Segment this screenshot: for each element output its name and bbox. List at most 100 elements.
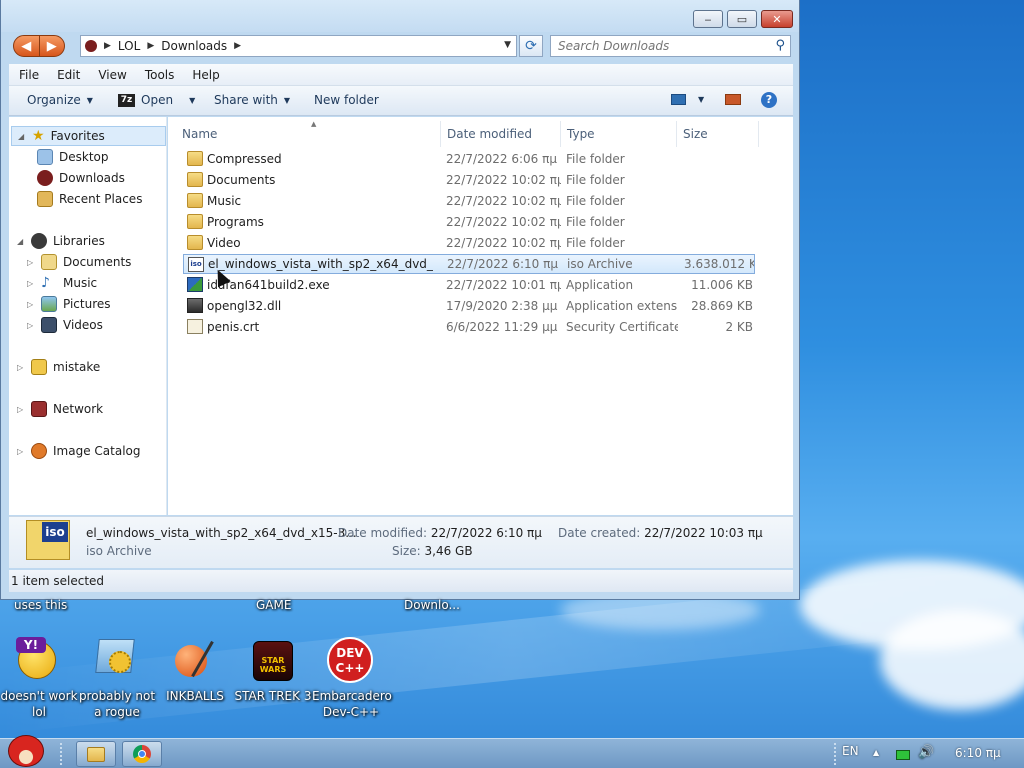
column-header-date[interactable]: Date modified	[441, 121, 561, 147]
battery-icon[interactable]	[896, 749, 910, 763]
organize-button[interactable]: Organize ▼	[27, 93, 93, 107]
title-bar[interactable]: ‒ ▭ ✕	[1, 0, 799, 32]
desktop-icon-label[interactable]: Downlo...	[404, 598, 460, 612]
tree-item-network[interactable]: ▷ Network	[17, 401, 103, 417]
start-button[interactable]	[4, 731, 48, 768]
chrome-icon	[133, 745, 151, 763]
show-hidden-icons-button[interactable]: ▲	[873, 748, 879, 757]
collapse-arrow-icon[interactable]: ▷	[27, 300, 35, 309]
new-folder-button[interactable]: New folder	[314, 93, 379, 107]
help-icon: ?	[761, 92, 777, 108]
refresh-icon: ⟳	[525, 38, 537, 54]
tree-item-music[interactable]: ▷ ♪ Music	[27, 275, 97, 291]
taskbar-explorer-button[interactable]	[76, 741, 116, 767]
certificate-file-icon	[187, 319, 203, 334]
desktop-icon-label[interactable]: uses this	[14, 598, 67, 612]
breadcrumb-item[interactable]: Downloads	[161, 39, 227, 53]
tree-item-recent-places[interactable]: Recent Places	[37, 191, 142, 207]
close-button[interactable]: ✕	[761, 10, 793, 28]
tree-libraries[interactable]: ◢ Libraries	[17, 233, 105, 249]
collapse-arrow-icon[interactable]: ▷	[17, 447, 25, 456]
search-icon[interactable]: ⚲	[775, 38, 785, 53]
user-folder-icon	[31, 359, 47, 375]
status-bar: 1 item selected	[9, 570, 793, 592]
address-bar[interactable]: ▶ LOL ▶ Downloads ▶ ▼	[80, 35, 517, 57]
share-with-button[interactable]: Share with ▼	[214, 93, 290, 107]
tray-grip	[834, 743, 840, 765]
column-header-name[interactable]: Name ▲	[176, 120, 441, 147]
inkball-icon	[171, 637, 219, 683]
collapse-arrow-icon[interactable]: ▷	[27, 279, 35, 288]
forward-button[interactable]: ▶	[38, 36, 65, 56]
expand-arrow-icon[interactable]: ◢	[18, 132, 26, 141]
documents-icon	[41, 254, 57, 270]
file-row-selected[interactable]: iso el_windows_vista_with_sp2_x64_dvd_x1…	[183, 254, 755, 274]
taskbar-chrome-button[interactable]	[122, 741, 162, 767]
location-icon	[85, 40, 97, 52]
star-icon: ★	[32, 128, 45, 144]
file-row[interactable]: opengl32.dll 17/9/2020 2:38 μμ Applicati…	[183, 296, 755, 316]
tree-item-downloads[interactable]: Downloads	[37, 170, 125, 186]
nav-buttons: ◀ ▶	[13, 35, 65, 57]
tree-item-pictures[interactable]: ▷ Pictures	[27, 296, 111, 312]
explorer-window: ‒ ▭ ✕ ◀ ▶ ▶ LOL ▶ Downloads ▶ ▼ ⟳ ⚲ File…	[0, 0, 800, 600]
collapse-arrow-icon[interactable]: ▷	[27, 258, 35, 267]
address-dropdown-icon[interactable]: ▼	[504, 40, 511, 50]
menu-tools[interactable]: Tools	[145, 68, 175, 82]
column-header-size[interactable]: Size	[677, 121, 759, 147]
sort-ascending-icon: ▲	[311, 120, 317, 128]
settings-gears-icon	[93, 637, 141, 683]
breadcrumb-item[interactable]: LOL	[118, 39, 140, 53]
column-header-type[interactable]: Type	[561, 121, 677, 147]
menu-view[interactable]: View	[98, 68, 126, 82]
preview-pane-button[interactable]	[725, 94, 741, 105]
menu-file[interactable]: File	[19, 68, 39, 82]
menu-help[interactable]: Help	[192, 68, 219, 82]
maximize-button[interactable]: ▭	[727, 10, 757, 28]
tree-item-videos[interactable]: ▷ Videos	[27, 317, 103, 333]
yahoo-messenger-icon: Y!	[14, 637, 62, 683]
image-catalog-icon	[31, 443, 47, 459]
file-row[interactable]: idafan641build2.exe 22/7/2022 10:01 πμ A…	[183, 275, 755, 295]
help-button[interactable]: ?	[761, 92, 777, 108]
search-box[interactable]: ⚲	[550, 35, 791, 57]
details-size: Size: 3,46 GB	[392, 544, 473, 558]
chevron-down-icon: ▼	[698, 95, 705, 104]
file-row[interactable]: Documents 22/7/2022 10:02 πμ File folder	[183, 170, 755, 190]
tree-item-documents[interactable]: ▷ Documents	[27, 254, 131, 270]
minimize-button[interactable]: ‒	[693, 10, 723, 28]
chevron-down-icon[interactable]: ▼	[189, 96, 195, 105]
expand-arrow-icon[interactable]: ◢	[17, 237, 25, 246]
dev-cpp-icon: DEV C++	[327, 637, 375, 683]
language-indicator[interactable]: EN	[842, 744, 859, 758]
desktop-icon	[37, 149, 53, 165]
file-row[interactable]: Programs 22/7/2022 10:02 πμ File folder	[183, 212, 755, 232]
clock[interactable]: 6:10 πμ	[955, 746, 1001, 760]
tree-item-mistake[interactable]: ▷ mistake	[17, 359, 100, 375]
back-button[interactable]: ◀	[14, 36, 39, 56]
collapse-arrow-icon[interactable]: ▷	[27, 321, 35, 330]
file-row[interactable]: Video 22/7/2022 10:02 πμ File folder	[183, 233, 755, 253]
volume-icon[interactable]: 🔊	[918, 745, 934, 760]
refresh-button[interactable]: ⟳	[519, 35, 543, 57]
details-date-modified: Date modified: 22/7/2022 6:10 πμ	[338, 526, 542, 540]
file-row[interactable]: Music 22/7/2022 10:02 πμ File folder	[183, 191, 755, 211]
file-row[interactable]: Compressed 22/7/2022 6:06 πμ File folder	[183, 149, 755, 169]
chevron-down-icon: ▼	[86, 95, 93, 105]
tree-item-desktop[interactable]: Desktop	[37, 149, 109, 165]
chevron-down-icon: ▼	[283, 95, 291, 105]
file-row[interactable]: penis.crt 6/6/2022 11:29 μμ Security Cer…	[183, 317, 755, 337]
search-input[interactable]	[551, 36, 761, 56]
collapse-arrow-icon[interactable]: ▷	[17, 363, 25, 372]
desktop-icon-label[interactable]: GAME	[256, 598, 291, 612]
dll-file-icon	[187, 298, 203, 313]
view-options-button[interactable]: ▼	[671, 94, 704, 105]
tree-item-image-catalog[interactable]: ▷ Image Catalog	[17, 443, 140, 459]
breadcrumb-separator-icon: ▶	[147, 41, 155, 51]
menu-edit[interactable]: Edit	[57, 68, 80, 82]
open-button[interactable]: 7z Open ▼	[118, 93, 195, 107]
file-list: Name ▲ Date modified Type Size Compresse…	[168, 117, 793, 515]
preview-pane-icon	[725, 94, 741, 105]
tree-favorites[interactable]: ◢ ★ Favorites	[11, 126, 166, 146]
collapse-arrow-icon[interactable]: ▷	[17, 405, 25, 414]
